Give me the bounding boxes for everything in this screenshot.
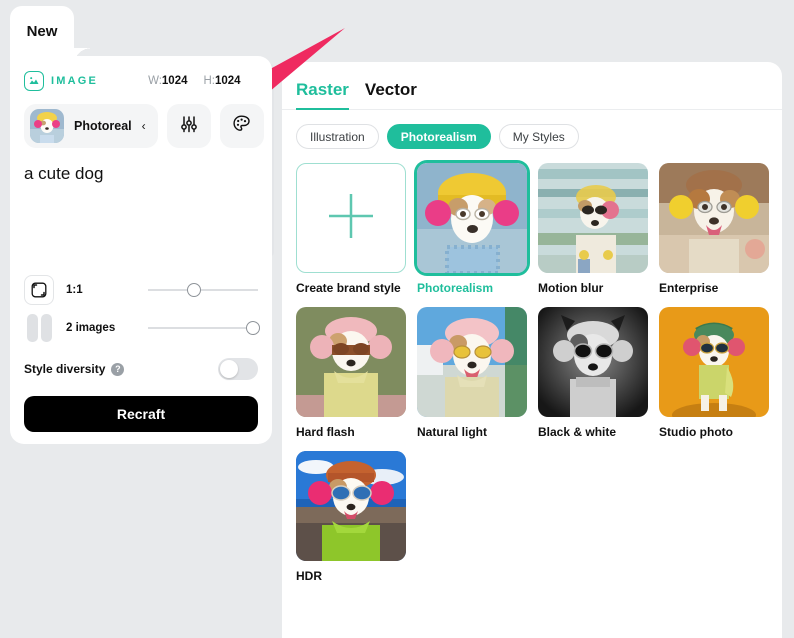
style-card-photorealism[interactable]: Photorealism — [417, 163, 527, 295]
style-card-natural-light[interactable]: Natural light — [417, 307, 527, 439]
question-mark-icon[interactable]: ? — [111, 362, 125, 376]
dog-thumbnail — [30, 109, 64, 143]
palette-button[interactable] — [219, 104, 264, 148]
image-count-slider[interactable] — [148, 319, 260, 337]
slider-track — [148, 327, 258, 329]
slider-thumb[interactable] — [187, 283, 202, 297]
filter-illustration[interactable]: Illustration — [296, 124, 379, 149]
style-card-label: HDR — [296, 569, 322, 583]
sliders-icon — [179, 114, 199, 139]
dog-black-white-image — [538, 307, 648, 417]
image-count-row: 2 images — [24, 310, 260, 346]
filter-photorealism[interactable]: Photorealism — [386, 124, 491, 149]
style-thumbnail — [296, 451, 406, 561]
style-card-enterprise[interactable]: Enterprise — [659, 163, 769, 295]
toggle-knob — [220, 360, 238, 378]
style-card-studio-photo[interactable]: Studio photo — [659, 307, 769, 439]
plus-icon — [323, 188, 379, 249]
style-diversity-row: Style diversity ? — [24, 352, 258, 386]
style-type-tabs: Raster Vector — [282, 80, 782, 110]
aspect-ratio-slider[interactable] — [148, 281, 258, 299]
style-card-label: Natural light — [417, 425, 488, 439]
filter-my-styles[interactable]: My Styles — [498, 124, 579, 149]
chevron-left-icon: ‹ — [141, 119, 146, 133]
style-library-panel: Raster Vector Illustration Photorealism … — [282, 62, 782, 638]
dog-enterprise-image — [659, 163, 769, 273]
slider-thumb[interactable] — [245, 321, 260, 335]
style-thumbnail — [296, 307, 406, 417]
generation-panel: New IMAGE W:1024 H:1024 Photoreal ‹ a cu… — [10, 6, 272, 444]
image-icon — [24, 71, 44, 91]
style-thumbnail — [659, 163, 769, 273]
recraft-button[interactable]: Recraft — [24, 396, 258, 432]
style-thumbnail — [538, 307, 648, 417]
style-chip-label: Photoreal — [74, 119, 132, 133]
style-thumbnail — [538, 163, 648, 273]
style-card-label: Hard flash — [296, 425, 355, 439]
style-chip-button[interactable]: Photoreal ‹ — [24, 104, 158, 148]
tab-raster[interactable]: Raster — [296, 80, 349, 110]
tab-vector[interactable]: Vector — [365, 80, 417, 109]
style-thumbnail — [296, 163, 406, 273]
style-card-hard-flash[interactable]: Hard flash — [296, 307, 406, 439]
panel-header: IMAGE W:1024 H:1024 — [24, 70, 258, 92]
aspect-ratio-label: 1:1 — [66, 284, 83, 296]
height-dimension: H:1024 — [204, 75, 241, 87]
dog-natural-light-image — [417, 307, 527, 417]
style-card-label: Motion blur — [538, 281, 604, 295]
height-key: H: — [203, 75, 216, 87]
palette-icon — [231, 113, 252, 139]
crop-frame-icon[interactable] — [24, 275, 54, 305]
style-card-create-brand-style[interactable]: Create brand style — [296, 163, 406, 295]
style-card-black-and-white[interactable]: Black & white — [538, 307, 648, 439]
dog-motion-blur-image — [538, 163, 648, 273]
width-value: 1024 — [161, 75, 188, 87]
style-diversity-toggle[interactable] — [218, 358, 258, 380]
dog-hard-flash-image — [296, 307, 406, 417]
two-bars-icon[interactable] — [24, 314, 54, 342]
style-thumbnail — [659, 307, 769, 417]
image-count-label: 2 images — [66, 322, 116, 334]
height-value: 1024 — [215, 75, 241, 87]
app-root: New IMAGE W:1024 H:1024 Photoreal ‹ a cu… — [0, 0, 794, 638]
dog-hdr-image — [296, 451, 406, 561]
mode-badge-label: IMAGE — [51, 75, 99, 87]
tab-notch-right — [74, 48, 90, 64]
style-card-label: Studio photo — [659, 425, 733, 439]
style-card-label: Photorealism — [417, 281, 494, 295]
style-thumbnail — [417, 307, 527, 417]
new-tab[interactable]: New — [10, 6, 74, 64]
new-tab-label: New — [26, 22, 58, 40]
style-diversity-label: Style diversity — [24, 362, 106, 376]
width-dimension: W:1024 — [148, 75, 187, 87]
style-selector-row: Photoreal ‹ — [24, 104, 264, 148]
style-grid: Create brand style Photorealism Motion b… — [282, 149, 782, 583]
style-card-label: Black & white — [538, 425, 617, 439]
filter-chips: Illustration Photorealism My Styles — [282, 110, 782, 149]
prompt-input[interactable]: a cute dog — [24, 164, 258, 270]
width-key: W: — [148, 75, 162, 87]
settings-button[interactable] — [166, 104, 211, 148]
dimensions: W:1024 H:1024 — [148, 75, 241, 87]
style-card-hdr[interactable]: HDR — [296, 451, 406, 583]
dog-photoreal-image — [417, 163, 527, 273]
left-panel-body: IMAGE W:1024 H:1024 Photoreal ‹ a cute d… — [10, 56, 272, 444]
style-card-motion-blur[interactable]: Motion blur — [538, 163, 648, 295]
slider-track — [148, 289, 258, 291]
style-card-label: Create brand style — [296, 281, 401, 295]
mode-badge[interactable]: IMAGE — [24, 71, 98, 91]
aspect-ratio-row: 1:1 — [24, 272, 258, 308]
style-thumbnail — [417, 163, 527, 273]
dog-studio-photo-image — [659, 307, 769, 417]
style-card-label: Enterprise — [659, 281, 719, 295]
